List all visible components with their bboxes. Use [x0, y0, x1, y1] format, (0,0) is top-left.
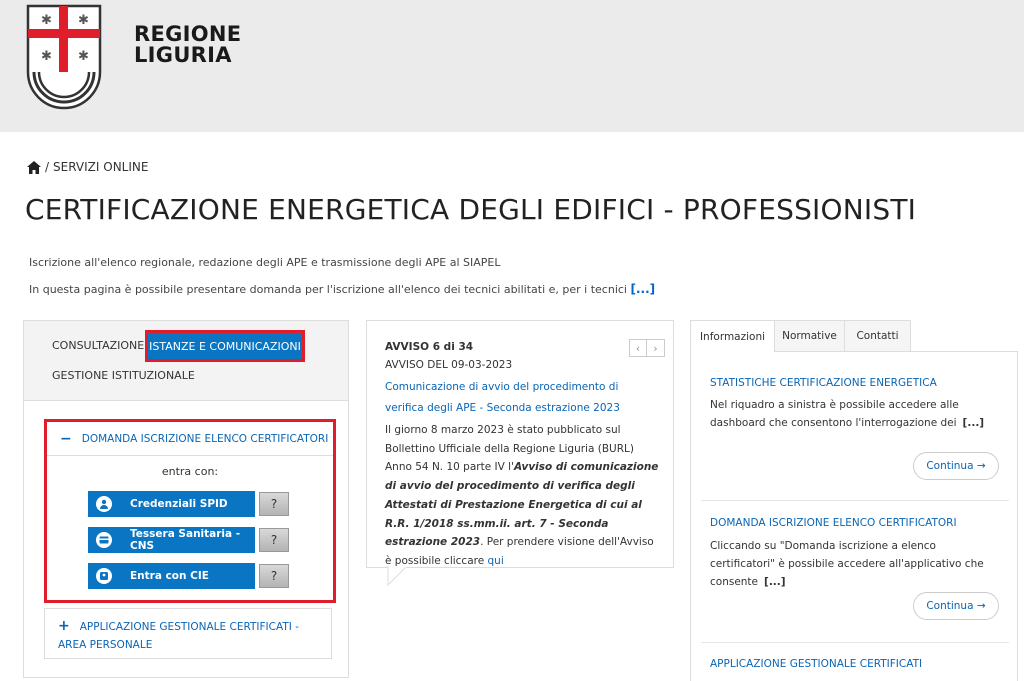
- news-date: AVVISO DEL 09-03-2023: [385, 359, 513, 371]
- cie-login-button[interactable]: Entra con CIE: [88, 563, 255, 589]
- intro-line-2: In questa pagina è possibile presentare …: [29, 282, 655, 296]
- news-title-link[interactable]: Comunicazione di avvio del procedimento …: [385, 377, 657, 419]
- spid-login-label: Credenziali SPID: [130, 498, 228, 510]
- accordion-header-domanda-iscrizione[interactable]: − DOMANDA ISCRIZIONE ELENCO CERTIFICATOR…: [47, 422, 333, 456]
- tab-contatti[interactable]: Contatti: [845, 320, 911, 352]
- cns-help-button[interactable]: ?: [259, 528, 289, 552]
- accordion-title: APPLICAZIONE GESTIONALE CERTIFICATI - AR…: [58, 621, 299, 651]
- section-text-statistiche: Nel riquadro a sinistra è possibile acce…: [710, 396, 1002, 432]
- intro-more-link[interactable]: [...]: [631, 282, 656, 296]
- info-tabs: Informazioni Normative Contatti: [690, 320, 1018, 352]
- breadcrumb: / SERVIZI ONLINE: [27, 160, 148, 174]
- site-header: ✱ ✱ ✱ ✱ REGIONE LIGURIA: [0, 0, 1024, 132]
- intro-line-2-text: In questa pagina è possibile presentare …: [29, 283, 627, 296]
- news-navigation: ‹ ›: [629, 339, 665, 357]
- news-body: Il giorno 8 marzo 2023 è stato pubblicat…: [385, 421, 660, 571]
- section-more[interactable]: [...]: [764, 576, 786, 588]
- accordion-domanda-iscrizione: − DOMANDA ISCRIZIONE ELENCO CERTIFICATOR…: [44, 419, 336, 603]
- section-more[interactable]: [...]: [963, 417, 985, 429]
- news-bubble-tail: [387, 566, 407, 586]
- continua-button-statistiche[interactable]: Continua →: [913, 452, 999, 480]
- cns-login-label: Tessera Sanitaria - CNS: [130, 528, 241, 552]
- svg-text:✱: ✱: [41, 49, 52, 64]
- section-divider: [701, 500, 1009, 501]
- logo-line-1: REGIONE: [134, 22, 242, 46]
- logo-line-2: LIGURIA: [134, 43, 232, 67]
- expand-icon: +: [58, 618, 70, 634]
- news-next-button[interactable]: ›: [647, 339, 665, 357]
- breadcrumb-separator: /: [45, 160, 50, 174]
- services-tabs: CONSULTAZIONE ISTANZE E COMUNICAZIONI GE…: [24, 321, 348, 401]
- collapse-icon: −: [60, 430, 72, 447]
- section-text: Cliccando su "Domanda iscrizione a elenc…: [710, 540, 984, 588]
- page-title: CERTIFICAZIONE ENERGETICA DEGLI EDIFICI …: [25, 193, 917, 226]
- svg-text:✱: ✱: [78, 49, 89, 64]
- svg-text:✱: ✱: [78, 13, 89, 28]
- section-title-applicazione[interactable]: APPLICAZIONE GESTIONALE CERTIFICATI: [710, 658, 922, 670]
- accordion-title: DOMANDA ISCRIZIONE ELENCO CERTIFICATORI: [81, 432, 329, 445]
- news-prev-button[interactable]: ‹: [629, 339, 647, 357]
- section-text: Nel riquadro a sinistra è possibile acce…: [710, 399, 959, 429]
- cns-login-button[interactable]: Tessera Sanitaria - CNS: [88, 527, 255, 553]
- cie-help-button[interactable]: ?: [259, 564, 289, 588]
- regione-liguria-coat-of-arms-icon[interactable]: ✱ ✱ ✱ ✱: [26, 4, 102, 110]
- info-panel: STATISTICHE CERTIFICAZIONE ENERGETICA Ne…: [690, 352, 1018, 681]
- spid-help-button[interactable]: ?: [259, 492, 289, 516]
- login-subtitle: entra con:: [161, 465, 219, 478]
- news-carousel: AVVISO 6 di 34 AVVISO DEL 09-03-2023 ‹ ›…: [366, 320, 674, 568]
- section-text-domanda: Cliccando su "Domanda iscrizione a elenc…: [710, 537, 1002, 591]
- section-divider: [701, 642, 1009, 643]
- login-row-spid: Credenziali SPID ?: [88, 491, 298, 517]
- section-title-statistiche[interactable]: STATISTICHE CERTIFICAZIONE ENERGETICA: [710, 377, 937, 389]
- breadcrumb-current: SERVIZI ONLINE: [53, 160, 149, 174]
- tab-informazioni[interactable]: Informazioni: [690, 320, 775, 352]
- tab-normative[interactable]: Normative: [775, 320, 845, 352]
- section-title-domanda[interactable]: DOMANDA ISCRIZIONE ELENCO CERTIFICATORI: [710, 517, 957, 529]
- card-icon: [96, 532, 112, 548]
- news-qui-link[interactable]: qui: [488, 555, 504, 567]
- id-card-icon: [96, 568, 112, 584]
- continua-button-domanda[interactable]: Continua →: [913, 592, 999, 620]
- login-row-cns: Tessera Sanitaria - CNS ?: [88, 527, 298, 553]
- news-counter: AVVISO 6 di 34: [385, 341, 474, 353]
- login-row-cie: Entra con CIE ?: [88, 563, 298, 589]
- accordion-applicazione-gestionale[interactable]: + APPLICAZIONE GESTIONALE CERTIFICATI - A…: [44, 608, 332, 659]
- user-icon: [96, 496, 112, 512]
- tab-gestione-istituzionale[interactable]: GESTIONE ISTITUZIONALE: [52, 369, 195, 382]
- spid-login-button[interactable]: Credenziali SPID: [88, 491, 255, 517]
- intro-line-1: Iscrizione all'elenco regionale, redazio…: [29, 256, 501, 269]
- tab-istanze-comunicazioni[interactable]: ISTANZE E COMUNICAZIONI: [145, 330, 305, 362]
- home-icon[interactable]: [27, 160, 41, 174]
- tab-consultazione[interactable]: CONSULTAZIONE: [52, 339, 144, 352]
- site-logo-text[interactable]: REGIONE LIGURIA: [134, 24, 241, 66]
- svg-text:✱: ✱: [41, 13, 52, 28]
- cie-login-label: Entra con CIE: [130, 570, 209, 582]
- services-panel: CONSULTAZIONE ISTANZE E COMUNICAZIONI GE…: [23, 320, 349, 678]
